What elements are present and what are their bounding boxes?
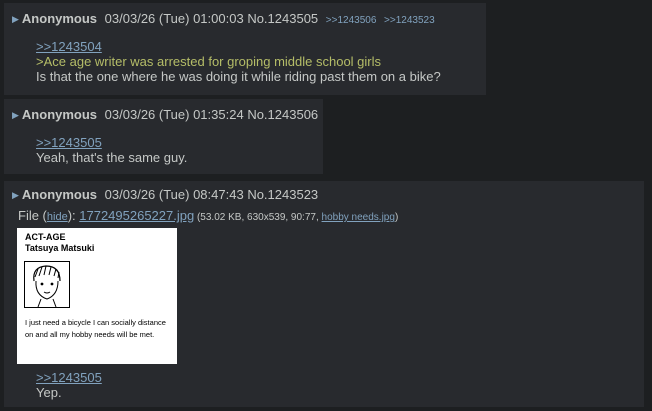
file-meta: (53.02 KB, 630x539, 90:77, hobby needs.j… <box>194 212 398 223</box>
post-body: >>1243504 >Ace age writer was arrested f… <box>36 39 441 84</box>
file-meta-text: (53.02 KB, 630x539, 90:77, <box>194 212 322 223</box>
file-thumbnail[interactable]: ACT-AGE Tatsuya Matsuki I just need a bi… <box>17 228 177 364</box>
quote-link[interactable]: >>1243504 <box>36 39 102 54</box>
post-header: ▶ Anonymous 03/03/26 (Tue) 08:47:43 No.12… <box>12 187 318 204</box>
greentext-line: >Ace age writer was arrested for groping… <box>36 54 382 69</box>
post-1243506: ▶ Anonymous 03/03/26 (Tue) 01:35:24 No.12… <box>4 99 323 174</box>
expand-triangle-icon[interactable]: ▶ <box>12 14 19 24</box>
post-number[interactable]: No.1243506 <box>247 107 318 122</box>
thumbnail-subtitle: Tatsuya Matsuki <box>25 243 95 253</box>
post-datetime: 03/03/26 (Tue) 01:00:03 <box>104 11 244 26</box>
post-number[interactable]: No.1243505 <box>247 11 318 26</box>
original-filename-link[interactable]: hobby needs.jpg <box>322 212 395 223</box>
file-name-link[interactable]: 1772495265227.jpg <box>79 208 194 223</box>
post-header: ▶ Anonymous 03/03/26 (Tue) 01:00:03 No.12… <box>12 11 435 29</box>
poster-name: Anonymous <box>21 107 98 122</box>
post-text: Yeah, that's the same guy. <box>36 150 188 165</box>
thumbnail-title: ACT-AGE <box>25 232 66 242</box>
file-info: File (hide): 1772495265227.jpg (53.02 KB… <box>18 208 398 225</box>
post-text: Yep. <box>36 385 62 400</box>
post-1243523: ▶ Anonymous 03/03/26 (Tue) 08:47:43 No.12… <box>4 181 644 407</box>
poster-name: Anonymous <box>21 187 98 202</box>
file-prefix: File ( <box>18 208 47 223</box>
post-1243505: ▶ Anonymous 03/03/26 (Tue) 01:00:03 No.12… <box>4 3 486 95</box>
post-header: ▶ Anonymous 03/03/26 (Tue) 01:35:24 No.12… <box>12 107 318 124</box>
expand-triangle-icon[interactable]: ▶ <box>12 190 19 200</box>
file-mid: ): <box>67 208 80 223</box>
backlink[interactable]: >>1243506 <box>326 15 377 26</box>
backlink[interactable]: >>1243523 <box>384 15 435 26</box>
thumbnail-caption: I just need a bicycle I can socially dis… <box>25 318 166 339</box>
post-number[interactable]: No.1243523 <box>247 187 318 202</box>
post-text: Is that the one where he was doing it wh… <box>36 69 441 84</box>
poster-name: Anonymous <box>21 11 98 26</box>
author-portrait-icon <box>24 261 70 308</box>
quote-link[interactable]: >>1243505 <box>36 135 102 150</box>
post-body: >>1243505 Yeah, that's the same guy. <box>36 135 187 165</box>
file-suffix: ) <box>394 212 399 223</box>
expand-triangle-icon[interactable]: ▶ <box>12 110 19 120</box>
post-datetime: 03/03/26 (Tue) 01:35:24 <box>104 107 244 122</box>
quote-link[interactable]: >>1243505 <box>36 370 102 385</box>
post-datetime: 03/03/26 (Tue) 08:47:43 <box>104 187 244 202</box>
hide-image-link[interactable]: hide <box>47 211 68 223</box>
post-body: >>1243505 Yep. <box>36 370 102 400</box>
